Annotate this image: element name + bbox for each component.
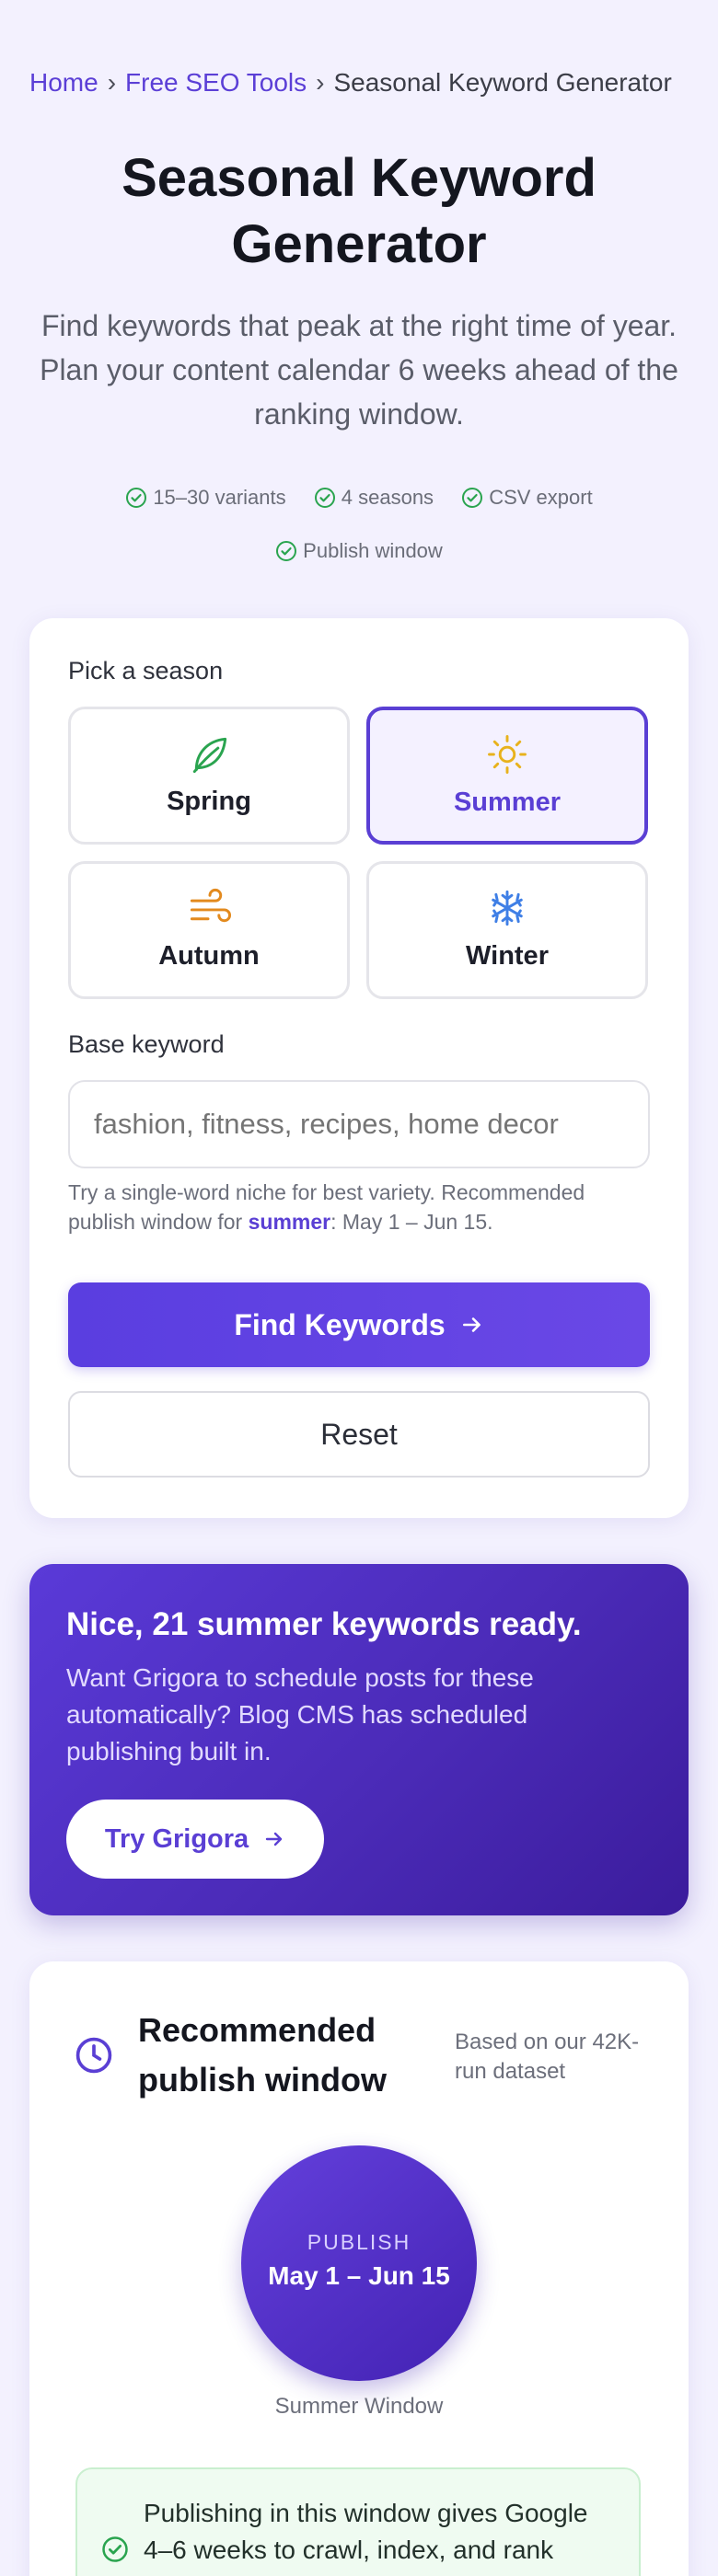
- check-circle-icon: [314, 488, 335, 508]
- publish-benefit-note: Publishing in this window gives Google 4…: [75, 2467, 641, 2576]
- find-keywords-button[interactable]: Find Keywords: [68, 1282, 650, 1367]
- hint-season: summer: [248, 1210, 331, 1234]
- season-option-winter[interactable]: Winter: [366, 861, 648, 999]
- check-circle-icon: [102, 2536, 128, 2562]
- season-label: Pick a season: [68, 657, 224, 684]
- check-circle-icon: [126, 488, 147, 508]
- publish-window-circle: PUBLISH May 1 – Jun 15: [241, 2145, 477, 2381]
- feature-item: 15–30 variants: [125, 471, 286, 524]
- feature-item: 4 seasons: [314, 471, 434, 524]
- publish-window-card: Recommended publish window Based on our …: [29, 1961, 689, 2576]
- page-subtitle: Find keywords that peak at the right tim…: [40, 309, 678, 431]
- feature-list: 15–30 variants 4 seasons CSV export Publ…: [37, 471, 681, 578]
- hint-window: : May 1 – Jun 15.: [330, 1210, 493, 1234]
- season-label-winter: Winter: [466, 941, 549, 971]
- generator-form-card: Pick a season Spring Summer Autumn Winte…: [29, 618, 689, 1518]
- reset-button[interactable]: Reset: [68, 1391, 650, 1478]
- season-option-summer[interactable]: Summer: [366, 707, 648, 845]
- season-option-autumn[interactable]: Autumn: [68, 861, 350, 999]
- promo-body: Want Grigora to schedule posts for these…: [66, 1663, 534, 1765]
- wind-icon: [190, 888, 231, 923]
- benefit-text: Publishing in this window gives Google 4…: [144, 2499, 588, 2564]
- feature-item: Publish window: [275, 524, 443, 578]
- keyword-input[interactable]: [68, 1080, 650, 1168]
- feature-label: Publish window: [303, 539, 443, 562]
- grigora-promo-banner: Nice, 21 summer keywords ready. Want Gri…: [29, 1564, 689, 1915]
- feature-label: CSV export: [489, 486, 593, 509]
- breadcrumb-separator: ›: [316, 68, 325, 97]
- check-circle-icon: [276, 541, 297, 561]
- season-label-summer: Summer: [453, 788, 562, 817]
- page: Home › Free SEO Tools › Seasonal Keyword Gen…: [0, 0, 718, 2576]
- publish-window-title: Recommended publish window: [138, 2011, 387, 2099]
- arrow-right-icon: [265, 1832, 283, 1846]
- check-circle-icon: [462, 488, 483, 508]
- keyword-hint: Try a single-word niche for best variety…: [68, 1178, 657, 1236]
- promo-heading: Nice, 21 summer keywords ready.: [66, 1606, 582, 1642]
- leaf-icon: [192, 737, 227, 774]
- publish-date-range: May 1 – Jun 15: [268, 2261, 450, 2290]
- breadcrumb-current: Seasonal Keyword Generator: [333, 68, 672, 97]
- breadcrumb-separator: ›: [107, 68, 117, 97]
- page-title: Seasonal Keyword Generator: [122, 148, 596, 274]
- season-window-caption: Summer Window: [274, 2394, 444, 2419]
- try-grigora-button[interactable]: Try Grigora: [66, 1800, 324, 1879]
- breadcrumb-home-link[interactable]: Home: [29, 68, 98, 97]
- publish-kicker: PUBLISH: [307, 2230, 411, 2254]
- arrow-right-icon: [462, 1317, 481, 1332]
- dataset-note: Based on our 42K-run dataset: [455, 2030, 640, 2084]
- season-label-autumn: Autumn: [158, 941, 260, 971]
- feature-label: 15–30 variants: [153, 486, 286, 509]
- feature-item: CSV export: [461, 471, 593, 524]
- snowflake-icon: [492, 890, 523, 926]
- clock-icon: [75, 2037, 112, 2074]
- sun-icon: [488, 735, 527, 774]
- season-option-spring[interactable]: Spring: [68, 707, 350, 845]
- try-grigora-label: Try Grigora: [104, 1823, 249, 1854]
- feature-label: 4 seasons: [341, 486, 434, 509]
- breadcrumb-tools-link[interactable]: Free SEO Tools: [125, 68, 307, 97]
- breadcrumb: Home › Free SEO Tools › Seasonal Keyword Gen…: [29, 68, 689, 98]
- season-label-spring: Spring: [167, 787, 251, 816]
- keyword-label: Base keyword: [68, 1030, 225, 1058]
- find-keywords-label: Find Keywords: [234, 1307, 446, 1341]
